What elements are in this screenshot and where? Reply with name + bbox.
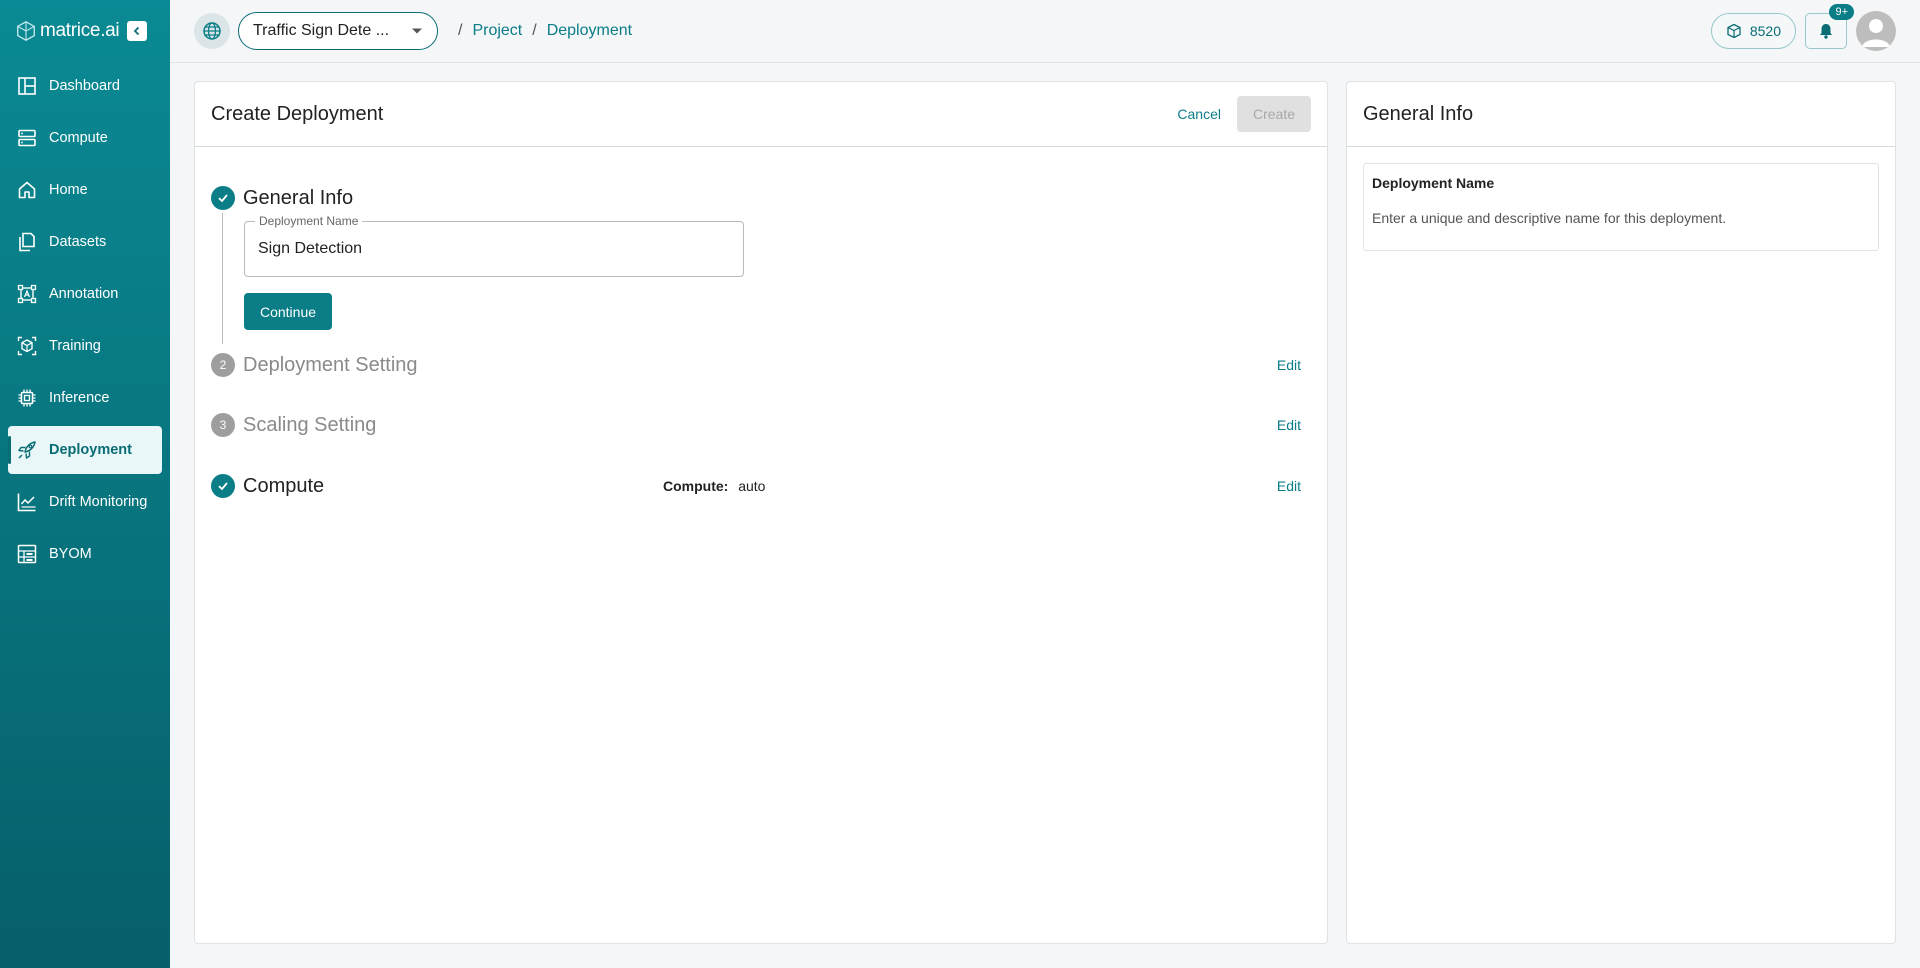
continue-button[interactable]: Continue (244, 293, 332, 330)
deployment-name-input[interactable] (245, 222, 743, 276)
sidebar-item-label: Datasets (49, 234, 107, 250)
logo-text: matrice.ai (40, 20, 120, 41)
chart-icon (17, 493, 36, 512)
step-check-icon (211, 186, 235, 210)
step-header[interactable]: General Info (211, 183, 1311, 213)
step-label: Deployment Setting (243, 353, 418, 376)
sidebar-item-home[interactable]: Home (8, 166, 162, 214)
sidebar-item-label: Inference (49, 390, 110, 406)
page-title: Create Deployment (211, 102, 384, 125)
info-section: Deployment Name Enter a unique and descr… (1363, 163, 1879, 251)
card-header: Create Deployment Cancel Create (195, 82, 1327, 147)
training-cube-icon (17, 336, 37, 356)
rocket-icon (18, 441, 36, 459)
step-number: 3 (211, 413, 235, 437)
notifications-button[interactable]: 9+ (1805, 4, 1854, 49)
dashboard-icon (18, 77, 36, 95)
sidebar-item-training[interactable]: Training (8, 322, 162, 370)
credits-value: 8520 (1749, 23, 1781, 39)
step-label: General Info (243, 186, 354, 209)
project-select[interactable]: Traffic Sign Dete ... (238, 12, 438, 50)
breadcrumb: / Project / Deployment (448, 22, 632, 40)
top-header: Traffic Sign Dete ... / Project / Deploy… (170, 0, 1920, 63)
home-icon (18, 181, 36, 199)
avatar[interactable] (1856, 11, 1896, 51)
server-icon (18, 129, 36, 147)
create-button[interactable]: Create (1237, 96, 1311, 132)
header-actions: 8520 9+ (1710, 4, 1896, 51)
info-section-title: Deployment Name (1372, 175, 1495, 191)
step-header[interactable]: 2 Deployment Setting Edit (211, 350, 1311, 380)
cancel-button[interactable]: Cancel (1177, 106, 1221, 122)
step-deployment-setting: 2 Deployment Setting Edit (211, 350, 1311, 380)
project-globe-icon[interactable] (194, 13, 230, 49)
card-actions: Cancel Create (1177, 96, 1311, 132)
sidebar-item-label: Annotation (49, 286, 119, 302)
step-general-info: General Info Deployment Name Continue (211, 183, 1311, 344)
breadcrumb-project[interactable]: Project (472, 22, 522, 40)
sidebar-item-annotation[interactable]: Annotation (8, 270, 162, 318)
globe-icon (203, 22, 221, 40)
sidebar-item-datasets[interactable]: Datasets (8, 218, 162, 266)
breadcrumb-separator: / (532, 22, 537, 39)
breadcrumb-deployment[interactable]: Deployment (547, 22, 632, 40)
edit-link[interactable]: Edit (1277, 478, 1301, 494)
edit-link[interactable]: Edit (1277, 357, 1301, 373)
edit-link[interactable]: Edit (1277, 417, 1301, 433)
user-icon (1862, 19, 1890, 47)
field-label: Deployment Name (255, 214, 363, 228)
cube-icon (1727, 23, 1741, 39)
deployment-name-field: Deployment Name (244, 214, 744, 277)
chip-icon (18, 389, 36, 407)
sidebar-item-label: Training (49, 338, 101, 354)
caret-down-icon (412, 28, 422, 34)
sidebar-item-label: Compute (49, 130, 108, 146)
compute-summary-key: Compute: (663, 478, 729, 494)
collapse-sidebar-button[interactable] (127, 21, 148, 41)
info-panel-title: General Info (1363, 102, 1474, 125)
sidebar-nav: Dashboard Compute Home Datasets Annotati… (0, 62, 170, 578)
info-section-text: Enter a unique and descriptive name for … (1372, 210, 1727, 226)
info-panel-header: General Info (1347, 82, 1895, 147)
byom-icon (17, 544, 37, 564)
bell-icon (1820, 24, 1832, 39)
step-check-icon (211, 474, 235, 498)
annotation-icon (17, 284, 37, 304)
compute-summary: Compute: auto (663, 478, 765, 494)
step-scaling-setting: 3 Scaling Setting Edit (211, 410, 1311, 440)
credits-button[interactable]: 8520 (1710, 13, 1796, 49)
step-header[interactable]: 3 Scaling Setting Edit (211, 410, 1311, 440)
step-content: Deployment Name Continue (222, 213, 1311, 344)
sidebar-item-dashboard[interactable]: Dashboard (8, 62, 162, 110)
compute-summary-value: auto (738, 478, 766, 494)
sidebar-item-label: Home (49, 182, 88, 198)
sidebar-item-label: Deployment (49, 442, 132, 458)
notification-badge: 9+ (1829, 4, 1854, 20)
chevron-left-icon (134, 26, 140, 36)
sidebar-item-inference[interactable]: Inference (8, 374, 162, 422)
step-number: 2 (211, 353, 235, 377)
step-compute: Compute Edit Compute: auto (211, 471, 1311, 501)
sidebar-item-label: Dashboard (49, 78, 120, 94)
sidebar-item-byom[interactable]: BYOM (8, 530, 162, 578)
breadcrumb-separator: / (458, 22, 463, 39)
step-label: Compute (243, 474, 325, 497)
sidebar-item-label: Drift Monitoring (49, 494, 148, 510)
sidebar-item-deployment[interactable]: Deployment (8, 426, 162, 474)
info-panel: General Info Deployment Name Enter a uni… (1346, 81, 1896, 944)
stepper: General Info Deployment Name Continue 2 … (195, 147, 1327, 501)
create-deployment-card: Create Deployment Cancel Create General … (194, 81, 1328, 944)
sidebar: matrice.ai Dashboard Compute Home Datase… (0, 0, 170, 968)
files-icon (19, 232, 35, 252)
sidebar-item-drift-monitoring[interactable]: Drift Monitoring (8, 478, 162, 526)
step-label: Scaling Setting (243, 413, 377, 436)
logo-row: matrice.ai (0, 0, 170, 62)
matrice-logo-icon (17, 21, 35, 41)
project-select-value: Traffic Sign Dete ... (253, 22, 390, 39)
sidebar-item-label: BYOM (49, 546, 92, 562)
sidebar-item-compute[interactable]: Compute (8, 114, 162, 162)
